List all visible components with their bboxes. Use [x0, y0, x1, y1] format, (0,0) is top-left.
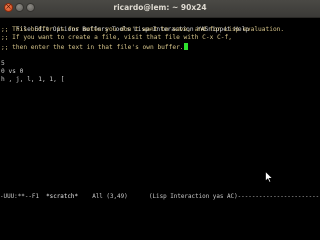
buffer-line[interactable]: ;; If you want to create a file, visit t…	[1, 34, 319, 42]
buffer-line[interactable]: 0 vs 0	[1, 68, 319, 76]
window-title: ricardo@lem: ~ 90x24	[113, 3, 207, 12]
buffer-line[interactable]: 5	[1, 60, 319, 68]
mode-line: -UUU:**--F1 *scratch* All (3,49) (Lisp I…	[0, 193, 320, 201]
terminal-window: × ricardo@lem: ~ 90x24 File Edit Options Bu…	[0, 0, 320, 212]
buffer-line[interactable]: ;; This buffer is for notes you don't wa…	[1, 26, 319, 34]
menu-bar: File Edit Options Buffers Tools Lisp-Interact…	[1, 18, 253, 33]
modeline-modes: (Lisp Interaction yas AC)	[148, 194, 238, 200]
text-cursor	[183, 42, 188, 50]
buffer-line[interactable]: ;; then enter the text in that file's ow…	[1, 42, 319, 51]
modeline-position: All (3,49)	[92, 194, 128, 200]
modeline-fill: -----------------------------------	[237, 194, 320, 200]
mouse-pointer-icon	[265, 171, 273, 183]
modeline-status: -UUU:**--F1	[0, 194, 47, 200]
title-bar[interactable]: × ricardo@lem: ~ 90x24	[0, 0, 320, 18]
buffer-line[interactable]	[1, 51, 319, 59]
modeline-buffer-name: *scratch*	[46, 194, 79, 200]
buffer-line[interactable]: h , j, l, 1, 1, [	[1, 76, 319, 84]
scratch-buffer[interactable]: ;; This buffer is for notes you don't wa…	[1, 26, 319, 85]
